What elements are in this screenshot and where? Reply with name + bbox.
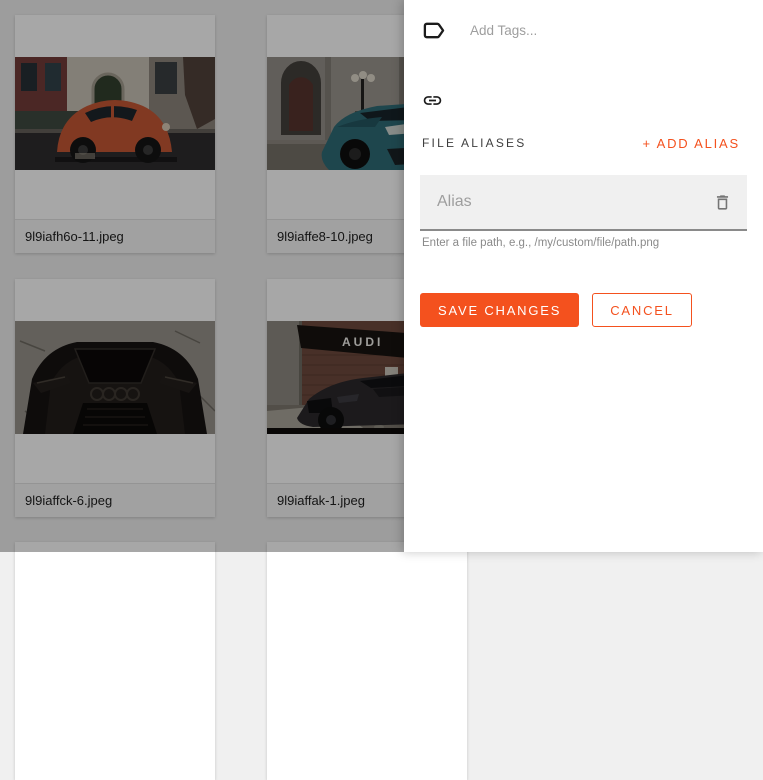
alias-input[interactable] [437, 193, 713, 211]
link-icon [423, 96, 442, 105]
delete-alias-button[interactable] [713, 193, 732, 212]
file-aliases-header: FILE ALIASES + ADD ALIAS [422, 133, 740, 153]
tag-icon [423, 22, 445, 38]
file-aliases-title: FILE ALIASES [422, 136, 527, 150]
add-tags-input[interactable] [470, 22, 747, 38]
file-card-partial[interactable] [267, 542, 467, 780]
save-changes-button[interactable]: SAVE CHANGES [420, 293, 580, 327]
edit-file-panel: FILE ALIASES + ADD ALIAS Enter a file pa… [404, 0, 763, 552]
alias-field [420, 175, 747, 231]
alias-helper-text: Enter a file path, e.g., /my/custom/file… [422, 237, 660, 249]
file-card-partial[interactable] [15, 542, 215, 780]
trash-icon [716, 194, 729, 210]
tags-row [422, 17, 747, 43]
link-row [422, 90, 443, 110]
panel-actions: SAVE CHANGES CANCEL [420, 293, 692, 327]
cancel-button[interactable]: CANCEL [592, 293, 692, 327]
add-alias-button[interactable]: + ADD ALIAS [643, 136, 740, 151]
